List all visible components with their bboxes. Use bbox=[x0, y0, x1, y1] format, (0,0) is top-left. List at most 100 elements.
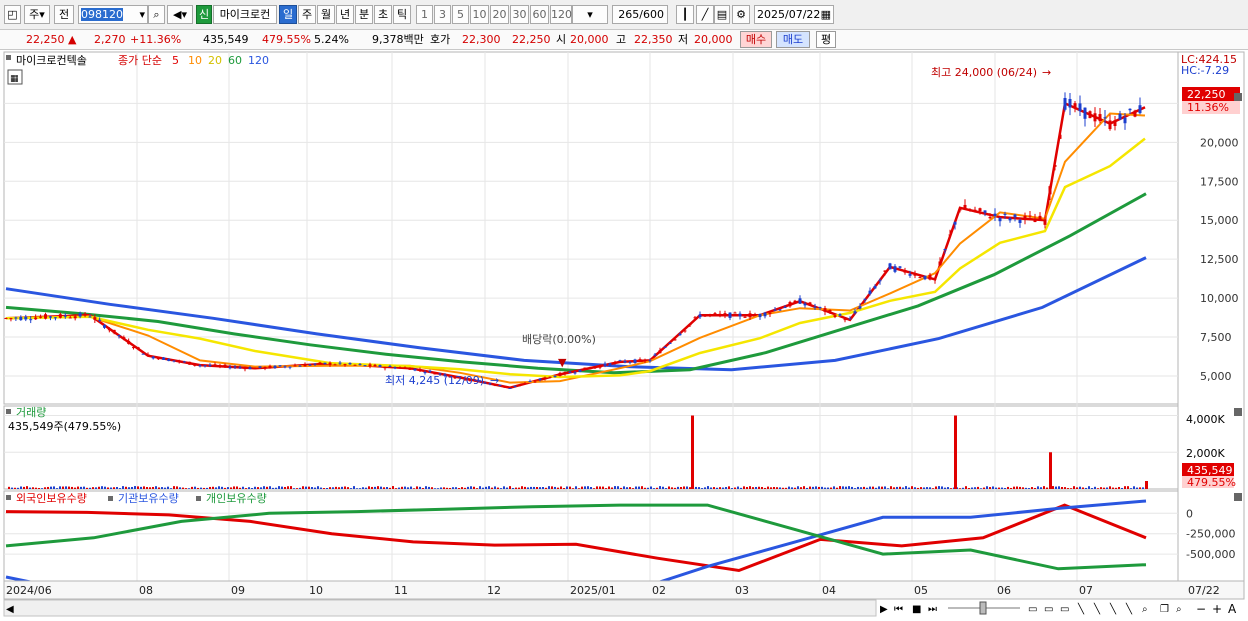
interval-button-120[interactable]: 120 bbox=[550, 5, 572, 24]
stock-code-input[interactable]: 098120 ▾ bbox=[78, 5, 148, 24]
pane-close-icon[interactable] bbox=[1234, 93, 1242, 101]
candle-body-4-3 bbox=[268, 365, 272, 368]
first-page-icon[interactable]: ⏮ bbox=[894, 604, 903, 615]
period-tab-4[interactable]: 분 bbox=[355, 5, 373, 24]
candle-body-0-9 bbox=[48, 316, 52, 318]
layout-3-icon[interactable]: ▭ bbox=[1060, 604, 1069, 615]
x-tick-label-4: 11 bbox=[394, 584, 408, 597]
next-page-icon[interactable]: ⏭ bbox=[928, 604, 937, 615]
period-tab-0[interactable]: 일 bbox=[279, 5, 297, 24]
volume-bar bbox=[824, 487, 826, 489]
interval-button-10[interactable]: 10 bbox=[470, 5, 489, 24]
volume-bar bbox=[23, 486, 25, 489]
volume-bar bbox=[485, 486, 487, 489]
candle-body-3-0 bbox=[198, 365, 202, 367]
volume-bar bbox=[437, 488, 439, 489]
zoom-out-icon[interactable]: − bbox=[1196, 602, 1206, 616]
x-tick-label-3: 10 bbox=[309, 584, 323, 597]
price-change-pct: +11.36% bbox=[130, 33, 182, 46]
draw-tool-1-icon[interactable]: ╲ bbox=[1077, 602, 1085, 615]
sell-button[interactable]: 매도 bbox=[776, 31, 810, 48]
draw-tool-4-icon[interactable]: ╲ bbox=[1125, 602, 1133, 615]
copy-icon[interactable]: ❐ bbox=[1160, 604, 1169, 615]
interval-select[interactable]: ▾ bbox=[572, 5, 608, 24]
volume-bar bbox=[1040, 487, 1042, 489]
candle-body-3-1 bbox=[203, 365, 207, 367]
indicator-icon[interactable]: ╱ bbox=[696, 5, 714, 24]
interval-button-20[interactable]: 20 bbox=[490, 5, 509, 24]
volume-bar bbox=[230, 487, 232, 489]
candle-body-4-1 bbox=[258, 366, 262, 368]
period-unit-select[interactable]: 주▾ bbox=[24, 5, 50, 24]
candle-body-8-2 bbox=[518, 384, 522, 386]
period-tab-5[interactable]: 초 bbox=[374, 5, 392, 24]
volume-bar bbox=[452, 487, 454, 489]
layout-1-icon[interactable]: ▭ bbox=[1028, 604, 1037, 615]
candle-body-1-4 bbox=[107, 329, 111, 331]
speaker-icon[interactable]: ◀▾ bbox=[167, 5, 193, 24]
volume-bar bbox=[698, 487, 700, 489]
chart-area[interactable]: 5,000 7,500 10,000 12,500 15,000 17,500 20,000… bbox=[0, 50, 1248, 621]
date-input[interactable]: 2025/07/22 ▦ bbox=[754, 5, 834, 24]
period-tab-1[interactable]: 주 bbox=[298, 5, 316, 24]
candle-body-4-7 bbox=[288, 366, 292, 368]
gear-icon[interactable]: ⚙ bbox=[732, 5, 750, 24]
avg-button[interactable]: 평 bbox=[816, 31, 836, 48]
interval-button-3[interactable]: 3 bbox=[434, 5, 451, 24]
zoom-slider-handle[interactable] bbox=[979, 601, 987, 615]
candle-body-12-10 bbox=[748, 313, 752, 318]
interval-button-30[interactable]: 30 bbox=[510, 5, 529, 24]
volume-pane-close-icon[interactable] bbox=[1234, 408, 1242, 416]
text-tool-icon[interactable]: A bbox=[1228, 602, 1237, 616]
layout-2-icon[interactable]: ▭ bbox=[1044, 604, 1053, 615]
candle-body-22-3 bbox=[1123, 117, 1127, 124]
horizontal-scrollbar[interactable] bbox=[3, 599, 877, 617]
scroll-right-icon[interactable]: ▶ bbox=[880, 604, 888, 615]
new-stock-button[interactable]: 신 bbox=[196, 5, 212, 24]
period-tab-3[interactable]: 년 bbox=[336, 5, 354, 24]
volume-bar bbox=[407, 487, 409, 489]
interval-button-1[interactable]: 1 bbox=[416, 5, 433, 24]
period-tab-6[interactable]: 틱 bbox=[393, 5, 411, 24]
volume-bar bbox=[872, 486, 874, 489]
draw-tool-3-icon[interactable]: ╲ bbox=[1109, 602, 1117, 615]
x-tick-label-6: 2025/01 bbox=[570, 584, 616, 597]
volume-bar bbox=[1013, 486, 1015, 489]
volume-bar bbox=[380, 486, 382, 489]
volume-bar bbox=[1139, 487, 1141, 489]
save-icon[interactable]: ▤ bbox=[714, 5, 730, 24]
candle-body-16-5 bbox=[913, 273, 917, 276]
zoom-in-icon[interactable]: + bbox=[1212, 602, 1222, 616]
draw-tool-5-icon[interactable]: ⌕ bbox=[1142, 604, 1148, 615]
scroll-left-icon[interactable]: ◀ bbox=[6, 604, 14, 615]
interval-button-60[interactable]: 60 bbox=[530, 5, 549, 24]
volume-bar bbox=[365, 487, 367, 489]
candle-body-22-6 bbox=[1138, 105, 1142, 114]
search-icon[interactable]: ⌕ bbox=[148, 5, 165, 24]
volume-bar bbox=[596, 486, 598, 489]
prev-button[interactable]: 전 bbox=[54, 5, 74, 24]
magnifier-icon[interactable]: ⌕ bbox=[1176, 604, 1182, 615]
high-annotation: 최고 24,000 (06/24) bbox=[931, 66, 1037, 79]
volume-bar bbox=[227, 487, 229, 489]
volume-bar bbox=[194, 486, 196, 489]
volume-bar bbox=[1073, 486, 1075, 489]
volume-bar bbox=[899, 486, 901, 489]
draw-tool-2-icon[interactable]: ╲ bbox=[1093, 602, 1101, 615]
volume-bar bbox=[605, 488, 607, 489]
stop-icon[interactable]: ■ bbox=[912, 604, 921, 615]
buy-button[interactable]: 매수 bbox=[740, 31, 772, 48]
window-icon[interactable]: ◰ bbox=[4, 5, 21, 24]
period-tab-2[interactable]: 월 bbox=[317, 5, 335, 24]
volume-bar bbox=[512, 487, 514, 489]
stock-name-field[interactable]: 마이크로컨 bbox=[213, 5, 277, 24]
volume-bar bbox=[224, 487, 226, 489]
holdings-pane-close-icon[interactable] bbox=[1234, 493, 1242, 501]
count-input[interactable]: 265/600 bbox=[612, 5, 668, 24]
volume-bar bbox=[62, 486, 64, 489]
candle-type-icon[interactable]: ┃ bbox=[676, 5, 694, 24]
interval-button-5[interactable]: 5 bbox=[452, 5, 469, 24]
volume-bar bbox=[566, 486, 568, 489]
volume-spike-3 bbox=[1145, 480, 1148, 489]
volume-bar bbox=[17, 487, 19, 489]
